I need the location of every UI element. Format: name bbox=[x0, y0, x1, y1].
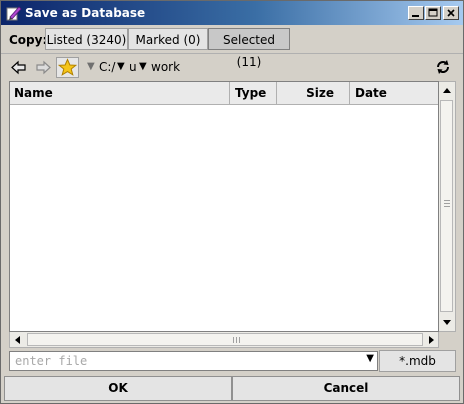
file-type-filter-button[interactable]: *.mdb bbox=[379, 350, 456, 372]
horizontal-scrollbar[interactable] bbox=[9, 332, 439, 348]
title-bar[interactable]: Save as Database bbox=[1, 1, 463, 25]
scroll-right-arrow-icon[interactable] bbox=[423, 332, 439, 348]
scroll-down-arrow-icon[interactable] bbox=[439, 314, 455, 330]
path-segment-work[interactable]: work bbox=[151, 60, 180, 74]
column-header-size[interactable]: Size bbox=[277, 82, 350, 105]
close-button[interactable] bbox=[443, 6, 459, 20]
back-arrow-icon bbox=[11, 60, 26, 75]
column-header-name-label: Name bbox=[14, 86, 53, 100]
favorites-button[interactable] bbox=[56, 57, 79, 78]
path-separator-icon[interactable]: ▼ bbox=[117, 61, 125, 72]
window-title: Save as Database bbox=[25, 6, 146, 20]
column-header-date-label: Date bbox=[355, 86, 387, 100]
cancel-button[interactable]: Cancel bbox=[232, 376, 460, 401]
copy-selected-option[interactable]: Selected (11) bbox=[208, 28, 290, 69]
file-list[interactable]: Name Type Size Date bbox=[9, 81, 439, 332]
column-header-type[interactable]: Type bbox=[230, 82, 277, 105]
forward-arrow-icon bbox=[36, 60, 51, 75]
maximize-button[interactable] bbox=[425, 6, 441, 20]
scroll-up-arrow-icon[interactable] bbox=[439, 83, 455, 99]
back-button[interactable] bbox=[8, 57, 30, 78]
app-icon bbox=[6, 6, 22, 21]
minimize-button[interactable] bbox=[408, 6, 424, 20]
column-header-type-label: Type bbox=[235, 86, 267, 100]
file-name-field[interactable]: ▼ bbox=[9, 351, 378, 371]
copy-marked-option[interactable]: Marked (0) bbox=[128, 28, 208, 50]
ok-button[interactable]: OK bbox=[4, 376, 232, 401]
path-separator-icon[interactable]: ▼ bbox=[139, 61, 147, 72]
navigation-bar: ▼ C:/ ▼ u ▼ work bbox=[1, 53, 463, 81]
file-name-input[interactable] bbox=[12, 353, 365, 369]
maximize-icon bbox=[428, 8, 438, 17]
vertical-scrollbar[interactable] bbox=[439, 81, 456, 332]
refresh-icon bbox=[437, 60, 449, 74]
copy-label: Copy: bbox=[9, 33, 48, 47]
minimize-icon bbox=[412, 15, 419, 17]
save-as-database-dialog: Save as Database Copy: Listed (3240) Mar… bbox=[0, 0, 464, 404]
file-name-dropdown-icon[interactable]: ▼ bbox=[366, 353, 374, 364]
column-header-name[interactable]: Name bbox=[10, 82, 230, 105]
horizontal-scroll-thumb[interactable] bbox=[27, 333, 423, 346]
close-icon bbox=[447, 9, 455, 17]
column-header-date[interactable]: Date bbox=[350, 82, 438, 105]
scroll-left-arrow-icon[interactable] bbox=[10, 332, 26, 348]
forward-button[interactable] bbox=[32, 57, 54, 78]
copy-listed-option[interactable]: Listed (3240) bbox=[45, 28, 128, 50]
path-segment-root[interactable]: C:/ bbox=[99, 60, 115, 74]
copy-row: Copy: Listed (3240) Marked (0) Selected … bbox=[1, 25, 463, 69]
refresh-button[interactable] bbox=[434, 58, 452, 76]
star-icon bbox=[57, 58, 78, 76]
vertical-scroll-thumb[interactable] bbox=[440, 100, 453, 312]
column-header-size-label: Size bbox=[306, 86, 334, 100]
path-segment-u[interactable]: u bbox=[129, 60, 137, 74]
path-dropdown-icon[interactable]: ▼ bbox=[87, 61, 95, 72]
